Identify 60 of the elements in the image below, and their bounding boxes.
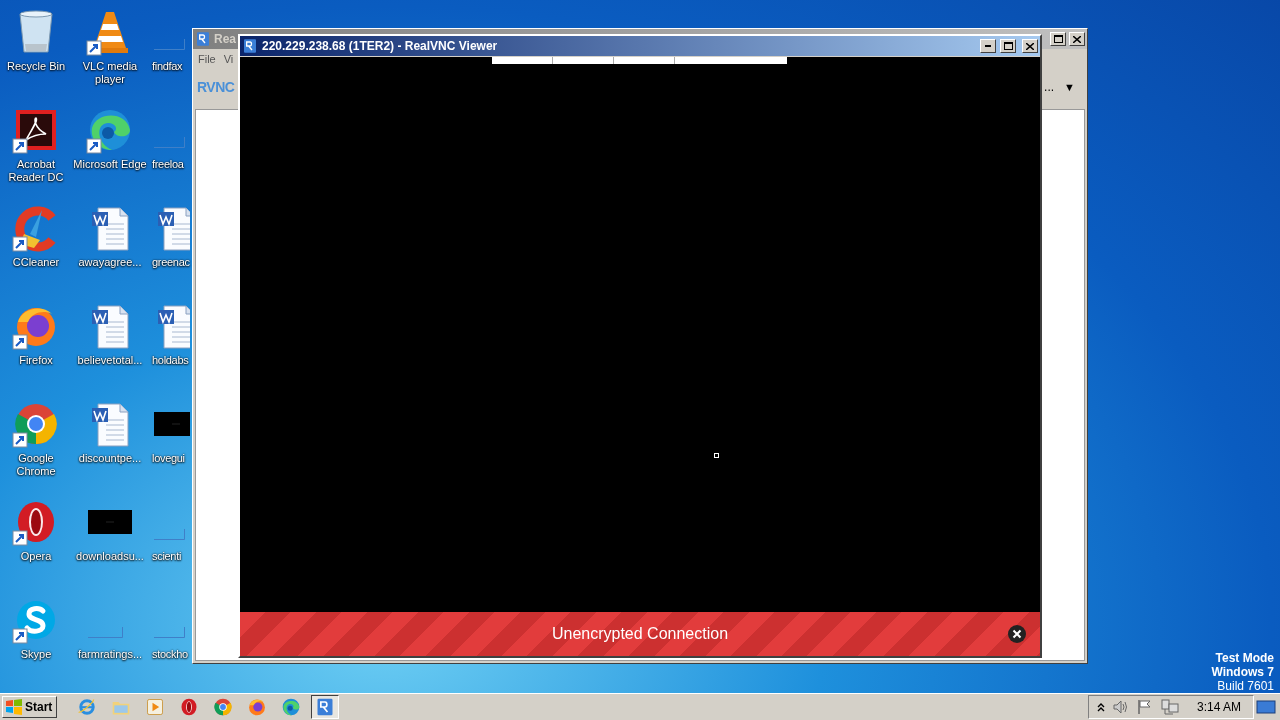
icon-label[interactable]: awayagree... xyxy=(78,256,142,269)
network-icon[interactable] xyxy=(1160,699,1179,715)
icon-label[interactable]: greenac xyxy=(152,256,190,269)
system-notice: Test Mode xyxy=(1215,651,1274,665)
window-title: 220.229.238.68 (1TER2) - RealVNC Viewer xyxy=(262,39,498,53)
maximize-icon xyxy=(1003,42,1013,50)
logo: RVNC xyxy=(197,79,235,95)
chevron-up-icon[interactable] xyxy=(1096,702,1105,712)
icon-label[interactable]: findfax xyxy=(152,60,183,73)
maximize-button[interactable] xyxy=(1000,39,1016,53)
icon-label[interactable]: scienti xyxy=(152,550,182,563)
system-notice: Windows 7 xyxy=(1211,665,1274,679)
vnc-icon xyxy=(242,38,258,54)
cursor-icon xyxy=(714,453,719,458)
maximize-icon xyxy=(1053,35,1063,43)
close-button[interactable] xyxy=(1022,39,1038,53)
close-icon xyxy=(1026,42,1034,50)
icon-label[interactable]: holdabs xyxy=(152,354,189,367)
icon-label[interactable]: VLC media player xyxy=(72,60,148,86)
speaker-icon[interactable] xyxy=(1112,700,1129,714)
vnc-icon xyxy=(315,697,336,717)
window-title: Rea xyxy=(214,32,236,46)
icon-label[interactable]: freeloa xyxy=(152,158,184,171)
close-icon[interactable] xyxy=(1008,625,1026,643)
icon-label[interactable]: discountpe... xyxy=(78,452,142,465)
clock[interactable]: 3:14 AM xyxy=(1196,700,1241,714)
icon-label[interactable]: Acrobat Reader DC xyxy=(0,158,72,184)
icon-label[interactable]: believetotal... xyxy=(77,354,143,367)
maximize-button[interactable] xyxy=(1050,32,1066,46)
browser-icon xyxy=(77,697,98,717)
icon-label[interactable]: lovegui xyxy=(152,452,185,465)
start-button[interactable]: Start xyxy=(2,696,58,718)
icon-label[interactable]: Skype xyxy=(20,648,52,661)
icon-label[interactable]: stockho xyxy=(152,648,188,661)
overflow-text: ... xyxy=(1044,80,1055,94)
icon-label[interactable]: Firefox xyxy=(19,354,53,367)
show-desktop-icon[interactable] xyxy=(1256,699,1276,715)
system-notice: Build 7601 xyxy=(1217,679,1274,693)
menu-item[interactable]: Vi xyxy=(223,53,234,65)
close-icon xyxy=(1073,35,1081,43)
minimize-icon xyxy=(985,45,991,47)
icon-label[interactable]: CCleaner xyxy=(12,256,60,269)
icon-label[interactable]: Opera xyxy=(20,550,52,563)
icon-label[interactable]: Google Chrome xyxy=(0,452,72,478)
play-icon xyxy=(145,697,166,717)
minimize-button[interactable] xyxy=(980,39,996,53)
browser-icon xyxy=(213,697,234,717)
icon-label[interactable]: Recycle Bin xyxy=(6,60,66,73)
menu-item[interactable]: File xyxy=(198,53,216,65)
flag-icon[interactable] xyxy=(1136,699,1153,715)
taskbar-button[interactable] xyxy=(311,695,340,719)
close-button[interactable] xyxy=(1069,32,1085,46)
browser-icon xyxy=(247,697,268,717)
icon-label[interactable]: downloadsu... xyxy=(76,550,144,563)
banner-text: Unencrypted Connection xyxy=(551,625,729,643)
icon-label[interactable]: Microsoft Edge xyxy=(73,158,147,171)
vnc-icon xyxy=(195,31,211,47)
browser-icon xyxy=(281,697,302,717)
windows-logo-icon xyxy=(5,699,23,715)
icon-label[interactable]: farmratings... xyxy=(77,648,143,661)
